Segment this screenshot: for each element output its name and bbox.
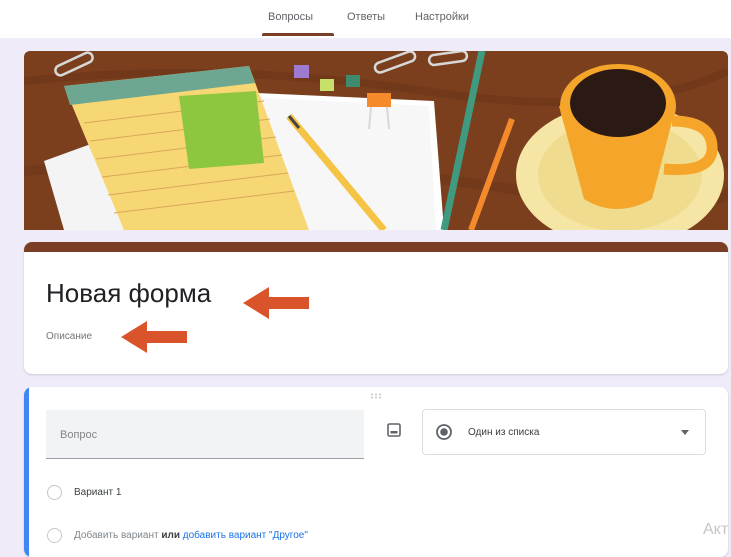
add-option-radio	[47, 528, 62, 543]
or-separator: или	[161, 530, 180, 541]
option-radio	[47, 485, 62, 500]
add-other-link[interactable]: добавить вариант "Другое"	[183, 530, 308, 541]
top-nav: Вопросы Ответы Настройки	[0, 0, 731, 38]
question-type-dropdown[interactable]: Один из списка	[422, 409, 706, 455]
form-description[interactable]: Описание	[46, 331, 92, 342]
side-cutoff-text: Акт	[703, 521, 729, 538]
annotation-arrow-title	[243, 287, 309, 319]
active-tab-indicator	[262, 33, 334, 36]
question-type-label: Один из списка	[468, 427, 540, 438]
add-option-button[interactable]: Добавить вариант	[74, 530, 159, 541]
drag-handle-icon[interactable]	[370, 393, 384, 399]
form-title[interactable]: Новая форма	[46, 278, 211, 309]
add-option-row: Добавить вариант или добавить вариант "Д…	[74, 530, 308, 541]
question-input[interactable]: Вопрос	[46, 410, 364, 459]
title-card-accent	[24, 242, 728, 252]
annotation-arrow-description	[121, 321, 187, 353]
radio-checked-icon	[436, 424, 452, 440]
desk-illustration	[24, 51, 728, 230]
tab-questions[interactable]: Вопросы	[268, 11, 313, 23]
form-title-card: Новая форма Описание	[24, 242, 728, 374]
image-icon[interactable]	[386, 422, 402, 438]
chevron-down-icon	[681, 430, 689, 435]
tab-settings[interactable]: Настройки	[415, 11, 469, 23]
tab-responses[interactable]: Ответы	[347, 11, 385, 23]
header-banner	[24, 51, 728, 230]
active-question-indicator	[24, 387, 29, 557]
option-label[interactable]: Вариант 1	[74, 487, 121, 498]
question-card[interactable]: Вопрос Один из списка Вариант 1 Добавить…	[24, 387, 728, 557]
